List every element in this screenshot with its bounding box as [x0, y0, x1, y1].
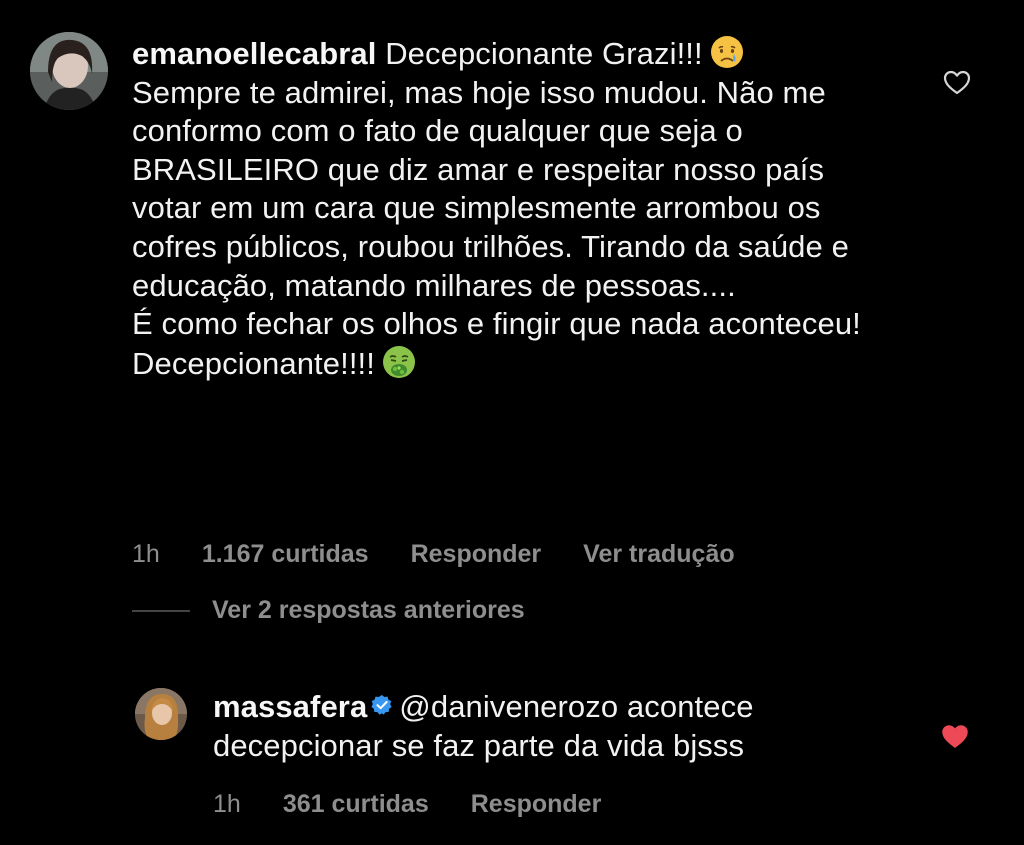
- crying-face-icon: [710, 36, 743, 68]
- reply-reply-button[interactable]: Responder: [471, 790, 602, 819]
- verified-badge-icon: [371, 695, 392, 715]
- avatar[interactable]: [30, 32, 108, 110]
- reply-avatar[interactable]: [135, 688, 187, 740]
- comment-username[interactable]: emanoellecabral: [132, 36, 376, 71]
- reply-meta: 1h 361 curtidas Responder: [213, 790, 643, 819]
- like-heart-icon[interactable]: [942, 68, 972, 96]
- comment-likes[interactable]: 1.167 curtidas: [202, 540, 369, 569]
- comment-paragraph-1: Sempre te admirei, mas hoje isso mudou. …: [132, 74, 849, 303]
- comment-text: emanoellecabral Decepcionante Grazi!!! S…: [132, 34, 892, 383]
- comment-reply-button[interactable]: Responder: [411, 540, 542, 569]
- nauseated-face-icon: [382, 345, 415, 378]
- view-replies-label: Ver 2 respostas anteriores: [212, 596, 525, 624]
- avatar-photo: [30, 32, 108, 110]
- comment-paragraph-2: É como fechar os olhos e fingir que nada…: [132, 306, 861, 342]
- reply-likes[interactable]: 361 curtidas: [283, 790, 429, 819]
- comment-body: emanoellecabral Decepcionante Grazi!!! S…: [132, 34, 892, 383]
- comment-first-text: Decepcionante Grazi!!!: [385, 36, 703, 71]
- reply-text: massafera @danivenerozo acontece decepci…: [213, 688, 873, 765]
- comment-time: 1h: [132, 540, 160, 568]
- reply-time: 1h: [213, 790, 241, 818]
- comment-meta: 1h 1.167 curtidas Responder Ver tradução: [132, 540, 777, 569]
- reply-username[interactable]: massafera: [213, 689, 367, 724]
- reply-body: massafera @danivenerozo acontece decepci…: [213, 688, 873, 765]
- reply-mention[interactable]: @danivenerozo: [399, 689, 618, 724]
- comment-paragraph-3: Decepcionante!!!!: [132, 345, 375, 381]
- liked-heart-icon[interactable]: [940, 722, 970, 750]
- view-replies-button[interactable]: Ver 2 respostas anteriores: [132, 596, 525, 625]
- comment-translate-button[interactable]: Ver tradução: [583, 540, 734, 569]
- replies-divider: [132, 609, 190, 612]
- reply-avatar-photo: [135, 688, 187, 740]
